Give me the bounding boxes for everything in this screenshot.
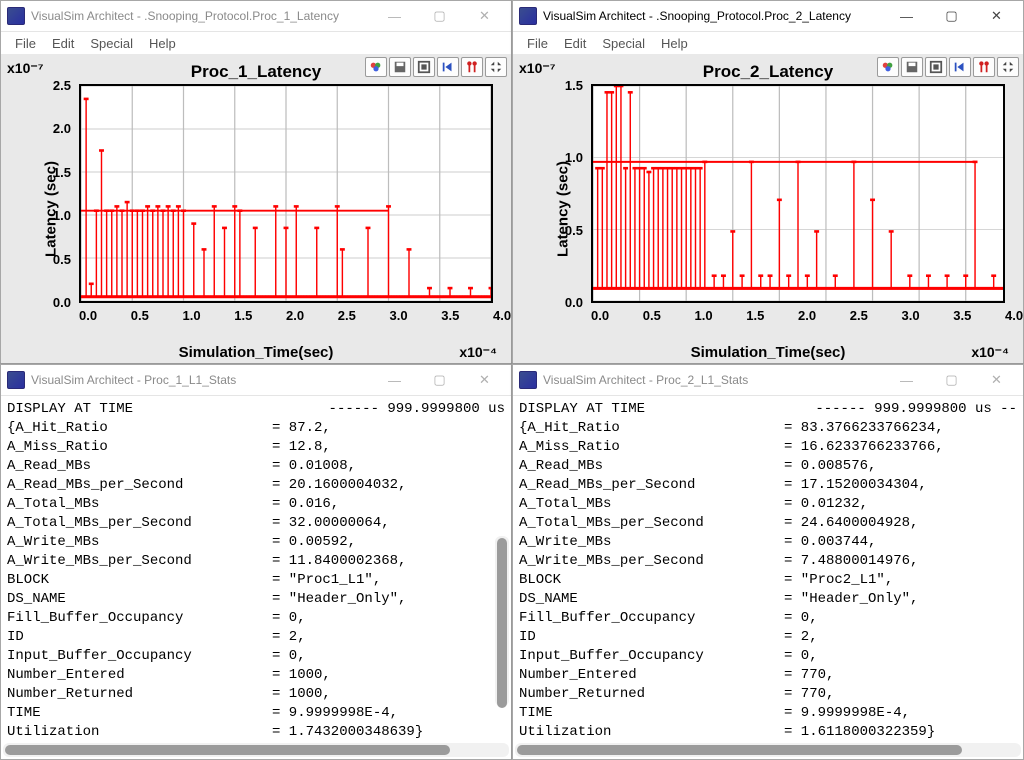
chart-title: Proc_2_Latency [513, 62, 1023, 82]
minimize-button[interactable]: — [884, 366, 929, 394]
close-button[interactable]: ✕ [974, 2, 1019, 30]
menu-edit[interactable]: Edit [558, 34, 592, 53]
stats-row: Utilization= 1.7432000348639} [7, 723, 505, 742]
stats-row: ID= 2, [7, 628, 505, 647]
close-button[interactable]: ✕ [974, 366, 1019, 394]
x-ticks: 0.00.51.01.52.02.53.03.54.0 [591, 308, 1005, 323]
minimize-button[interactable]: — [884, 2, 929, 30]
stats-row: A_Write_MBs_per_Second= 11.8400002368, [7, 552, 505, 571]
stats-row: A_Read_MBs= 0.008576, [519, 457, 1017, 476]
stats-row: BLOCK= "Proc1_L1", [7, 571, 505, 590]
stats-row: ID= 2, [519, 628, 1017, 647]
stats-row: TIME= 9.9999998E-4, [7, 704, 505, 723]
stats-header: DISPLAY AT TIME ------ 999.9999800 us [7, 400, 505, 419]
stats-row: DS_NAME= "Header_Only", [519, 590, 1017, 609]
x-ticks: 0.00.51.01.52.02.53.03.54.0 [79, 308, 493, 323]
app-icon [7, 371, 25, 389]
stats-row: Number_Returned= 1000, [7, 685, 505, 704]
stats-row: A_Read_MBs= 0.01008, [7, 457, 505, 476]
chart-area-proc1: x10⁻⁷ Proc_1_Latency Latency (sec) 2.52.… [1, 54, 511, 363]
chart-area-proc2: x10⁻⁷ Proc_2_Latency Latency (sec) 1.51.… [513, 54, 1023, 363]
stats-row: A_Miss_Ratio= 12.8, [7, 438, 505, 457]
menu-edit[interactable]: Edit [46, 34, 80, 53]
stats-row: Number_Entered= 1000, [7, 666, 505, 685]
menu-special[interactable]: Special [596, 34, 651, 53]
plot-box[interactable] [591, 84, 1005, 303]
stats-header: DISPLAY AT TIME ------ 999.9999800 us -- [519, 400, 1017, 419]
window-title: VisualSim Architect - Proc_2_L1_Stats [543, 373, 884, 387]
x-exponent: x10⁻⁴ [971, 344, 1009, 361]
window-title: VisualSim Architect - .Snooping_Protocol… [31, 9, 372, 23]
stats-row: A_Write_MBs= 0.003744, [519, 533, 1017, 552]
scrollbar-horizontal[interactable] [3, 743, 509, 757]
maximize-button[interactable]: ▢ [417, 2, 462, 30]
stats-row: A_Read_MBs_per_Second= 20.1600004032, [7, 476, 505, 495]
plot-box[interactable] [79, 84, 493, 303]
stats-row: A_Total_MBs= 0.016, [7, 495, 505, 514]
stats-row: A_Total_MBs= 0.01232, [519, 495, 1017, 514]
maximize-button[interactable]: ▢ [929, 2, 974, 30]
app-icon [519, 371, 537, 389]
stats-row: A_Read_MBs_per_Second= 17.15200034304, [519, 476, 1017, 495]
window-proc2-latency: VisualSim Architect - .Snooping_Protocol… [512, 0, 1024, 364]
stats-row: Fill_Buffer_Occupancy= 0, [7, 609, 505, 628]
menu-help[interactable]: Help [143, 34, 182, 53]
x-exponent: x10⁻⁴ [459, 344, 497, 361]
y-ticks: 1.51.00.50.0 [553, 86, 583, 303]
menu-file[interactable]: File [9, 34, 42, 53]
titlebar[interactable]: VisualSim Architect - .Snooping_Protocol… [513, 1, 1023, 32]
minimize-button[interactable]: — [372, 2, 417, 30]
stats-row: Input_Buffer_Occupancy= 0, [7, 647, 505, 666]
minimize-button[interactable]: — [372, 366, 417, 394]
x-axis-label: Simulation_Time(sec) [1, 344, 511, 361]
stats-row: A_Miss_Ratio= 16.6233766233766, [519, 438, 1017, 457]
x-axis-label: Simulation_Time(sec) [513, 344, 1023, 361]
app-icon [519, 7, 537, 25]
menubar: File Edit Special Help [1, 32, 511, 54]
titlebar[interactable]: VisualSim Architect - Proc_1_L1_Stats — … [1, 365, 511, 396]
stats-row: A_Total_MBs_per_Second= 32.00000064, [7, 514, 505, 533]
stats-row: Fill_Buffer_Occupancy= 0, [519, 609, 1017, 628]
stats-text-proc2[interactable]: DISPLAY AT TIME ------ 999.9999800 us --… [513, 396, 1023, 759]
maximize-button[interactable]: ▢ [417, 366, 462, 394]
stats-row: BLOCK= "Proc2_L1", [519, 571, 1017, 590]
stats-row: Number_Entered= 770, [519, 666, 1017, 685]
titlebar[interactable]: VisualSim Architect - .Snooping_Protocol… [1, 1, 511, 32]
stats-row: {A_Hit_Ratio= 83.3766233766234, [519, 419, 1017, 438]
chart-title: Proc_1_Latency [1, 62, 511, 82]
window-title: VisualSim Architect - .Snooping_Protocol… [543, 9, 884, 23]
stats-row: A_Total_MBs_per_Second= 24.6400004928, [519, 514, 1017, 533]
stats-row: Input_Buffer_Occupancy= 0, [519, 647, 1017, 666]
stats-row: {A_Hit_Ratio= 87.2, [7, 419, 505, 438]
window-proc2-stats: VisualSim Architect - Proc_2_L1_Stats — … [512, 364, 1024, 760]
close-button[interactable]: ✕ [462, 366, 507, 394]
y-ticks: 2.52.01.51.00.50.0 [41, 86, 71, 303]
stats-row: Utilization= 1.6118000322359} [519, 723, 1017, 742]
maximize-button[interactable]: ▢ [929, 366, 974, 394]
window-proc1-stats: VisualSim Architect - Proc_1_L1_Stats — … [0, 364, 512, 760]
stats-row: Number_Returned= 770, [519, 685, 1017, 704]
menubar: File Edit Special Help [513, 32, 1023, 54]
menu-file[interactable]: File [521, 34, 554, 53]
app-icon [7, 7, 25, 25]
scrollbar-horizontal[interactable] [515, 743, 1021, 757]
stats-row: A_Write_MBs_per_Second= 7.48800014976, [519, 552, 1017, 571]
window-proc1-latency: VisualSim Architect - .Snooping_Protocol… [0, 0, 512, 364]
close-button[interactable]: ✕ [462, 2, 507, 30]
stats-row: DS_NAME= "Header_Only", [7, 590, 505, 609]
window-title: VisualSim Architect - Proc_1_L1_Stats [31, 373, 372, 387]
menu-help[interactable]: Help [655, 34, 694, 53]
menu-special[interactable]: Special [84, 34, 139, 53]
stats-row: A_Write_MBs= 0.00592, [7, 533, 505, 552]
stats-text-proc1[interactable]: DISPLAY AT TIME ------ 999.9999800 us{A_… [1, 396, 511, 759]
stats-row: TIME= 9.9999998E-4, [519, 704, 1017, 723]
scrollbar-vertical[interactable] [495, 536, 509, 706]
titlebar[interactable]: VisualSim Architect - Proc_2_L1_Stats — … [513, 365, 1023, 396]
